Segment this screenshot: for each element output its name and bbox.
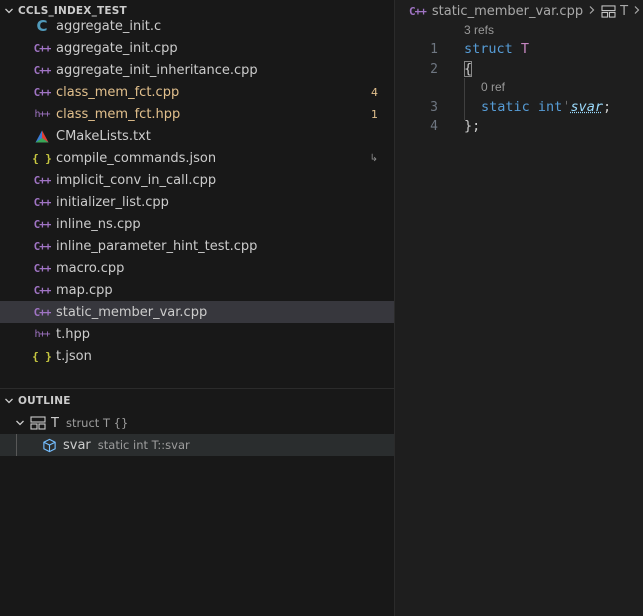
- brace-token: {: [464, 61, 473, 77]
- json-file-icon: { }: [32, 349, 52, 363]
- section-divider: [0, 388, 394, 389]
- cpp-file-icon: C++: [33, 195, 52, 209]
- file-item[interactable]: { } compile_commands.json ↳: [0, 147, 394, 169]
- outline-item-detail: static int T::svar: [97, 438, 190, 452]
- file-name: implicit_conv_in_call.cpp: [56, 172, 217, 188]
- outline-item-name: T: [51, 415, 59, 431]
- file-name: compile_commands.json: [56, 150, 217, 166]
- brace-token: };: [464, 118, 481, 134]
- cpp-file-icon: C++: [33, 63, 52, 77]
- hpp-file-icon: h++: [34, 328, 50, 340]
- outline-item-svar[interactable]: svar static int T::svar: [0, 434, 394, 456]
- file-badge: ↳: [369, 152, 378, 164]
- sidebar: CCLS_INDEX_TEST Caggregate_init.c C++ aggr…: [0, 0, 395, 616]
- cmake-file-icon: [34, 130, 50, 143]
- file-item[interactable]: C++ aggregate_init_inheritance.cpp: [0, 59, 394, 81]
- file-item[interactable]: C++ initializer_list.cpp: [0, 191, 394, 213]
- code-line: static intˈsvar;: [481, 99, 612, 115]
- keyword-token: int: [537, 99, 563, 115]
- outline-title: OUTLINE: [18, 395, 71, 407]
- file-name: inline_ns.cpp: [56, 216, 141, 232]
- variable-token[interactable]: svar: [570, 99, 603, 115]
- line-number: 1: [430, 42, 438, 57]
- codelens-refs[interactable]: 0 ref: [481, 80, 505, 94]
- file-item[interactable]: C++ map.cpp: [0, 279, 394, 301]
- struct-icon: [30, 416, 46, 430]
- file-item[interactable]: C++ aggregate_init.cpp: [0, 37, 394, 59]
- outline-item-T[interactable]: T struct T {}: [0, 412, 394, 434]
- chevron-down-icon[interactable]: [14, 418, 26, 428]
- file-item[interactable]: C++ static_member_var.cpp: [0, 301, 394, 323]
- file-name: CMakeLists.txt: [56, 128, 151, 144]
- breadcrumb-symbol[interactable]: T: [620, 4, 628, 19]
- file-name: static_member_var.cpp: [56, 304, 208, 320]
- cpp-file-icon: C++: [33, 173, 52, 187]
- struct-icon: [601, 4, 616, 18]
- semicolon-token: ;: [602, 99, 612, 115]
- codelens-refs[interactable]: 3 refs: [464, 23, 494, 37]
- chevron-right-icon: [633, 4, 641, 19]
- file-item[interactable]: { } t.json: [0, 345, 394, 367]
- cpp-file-icon: C++: [33, 85, 52, 99]
- indent-guide: [16, 434, 17, 456]
- file-name: inline_parameter_hint_test.cpp: [56, 238, 258, 254]
- file-name: class_mem_fct.cpp: [56, 84, 180, 100]
- file-item[interactable]: h++ class_mem_fct.hpp 1: [0, 103, 394, 125]
- outline-item-name: svar: [63, 437, 91, 453]
- file-name: aggregate_init.c: [56, 18, 162, 34]
- file-name: class_mem_fct.hpp: [56, 106, 181, 122]
- file-item[interactable]: Caggregate_init.c: [0, 15, 394, 37]
- indent-guide: [464, 78, 465, 120]
- breadcrumb-file[interactable]: static_member_var.cpp: [432, 4, 583, 19]
- file-badge: 1: [371, 107, 378, 121]
- file-item[interactable]: C++ implicit_conv_in_call.cpp: [0, 169, 394, 191]
- cpp-file-icon: C++: [33, 239, 52, 253]
- file-name: aggregate_init_inheritance.cpp: [56, 62, 258, 78]
- file-item[interactable]: C++ macro.cpp: [0, 257, 394, 279]
- json-file-icon: { }: [32, 151, 52, 165]
- chevron-down-icon[interactable]: [0, 396, 18, 406]
- hpp-file-icon: h++: [34, 108, 50, 120]
- cpp-file-icon: C++: [33, 217, 52, 231]
- file-name: initializer_list.cpp: [56, 194, 169, 210]
- cpp-file-icon: C++: [33, 261, 52, 275]
- cpp-file-icon: C++: [409, 4, 427, 18]
- keyword-token: struct: [464, 41, 513, 57]
- cpp-file-icon: C++: [33, 41, 52, 55]
- file-name: aggregate_init.cpp: [56, 40, 178, 56]
- file-list: Caggregate_init.c C++ aggregate_init.cpp C+…: [0, 15, 394, 367]
- file-item[interactable]: C++ inline_parameter_hint_test.cpp: [0, 235, 394, 257]
- keyword-token: static: [481, 99, 530, 115]
- outline-item-detail: struct T {}: [65, 416, 129, 430]
- code-line: {: [464, 61, 473, 77]
- file-item[interactable]: h++ t.hpp: [0, 323, 394, 345]
- chevron-right-icon: [588, 4, 596, 19]
- line-number: 2: [430, 62, 438, 77]
- outline-header[interactable]: OUTLINE: [0, 390, 394, 412]
- code-line: };: [464, 118, 480, 134]
- line-number: 4: [430, 119, 438, 134]
- file-item[interactable]: C++ inline_ns.cpp: [0, 213, 394, 235]
- file-item[interactable]: CMakeLists.txt: [0, 125, 394, 147]
- line-number: 3: [430, 100, 438, 115]
- type-token: T: [520, 41, 530, 57]
- c-file-icon: C: [36, 17, 48, 35]
- code-line: struct T: [464, 41, 529, 57]
- file-name: t.hpp: [56, 326, 90, 342]
- cpp-file-icon: C++: [33, 283, 52, 297]
- field-icon: [42, 438, 57, 453]
- file-name: macro.cpp: [56, 260, 125, 276]
- file-badge: 4: [371, 85, 378, 99]
- cpp-file-icon: C++: [33, 305, 52, 319]
- file-item[interactable]: C++ class_mem_fct.cpp 4: [0, 81, 394, 103]
- breadcrumb: C++ static_member_var.cpp T: [395, 0, 643, 22]
- editor: C++ static_member_var.cpp T 3 refs 1 str…: [395, 0, 643, 616]
- file-name: t.json: [56, 348, 92, 364]
- file-name: map.cpp: [56, 282, 113, 298]
